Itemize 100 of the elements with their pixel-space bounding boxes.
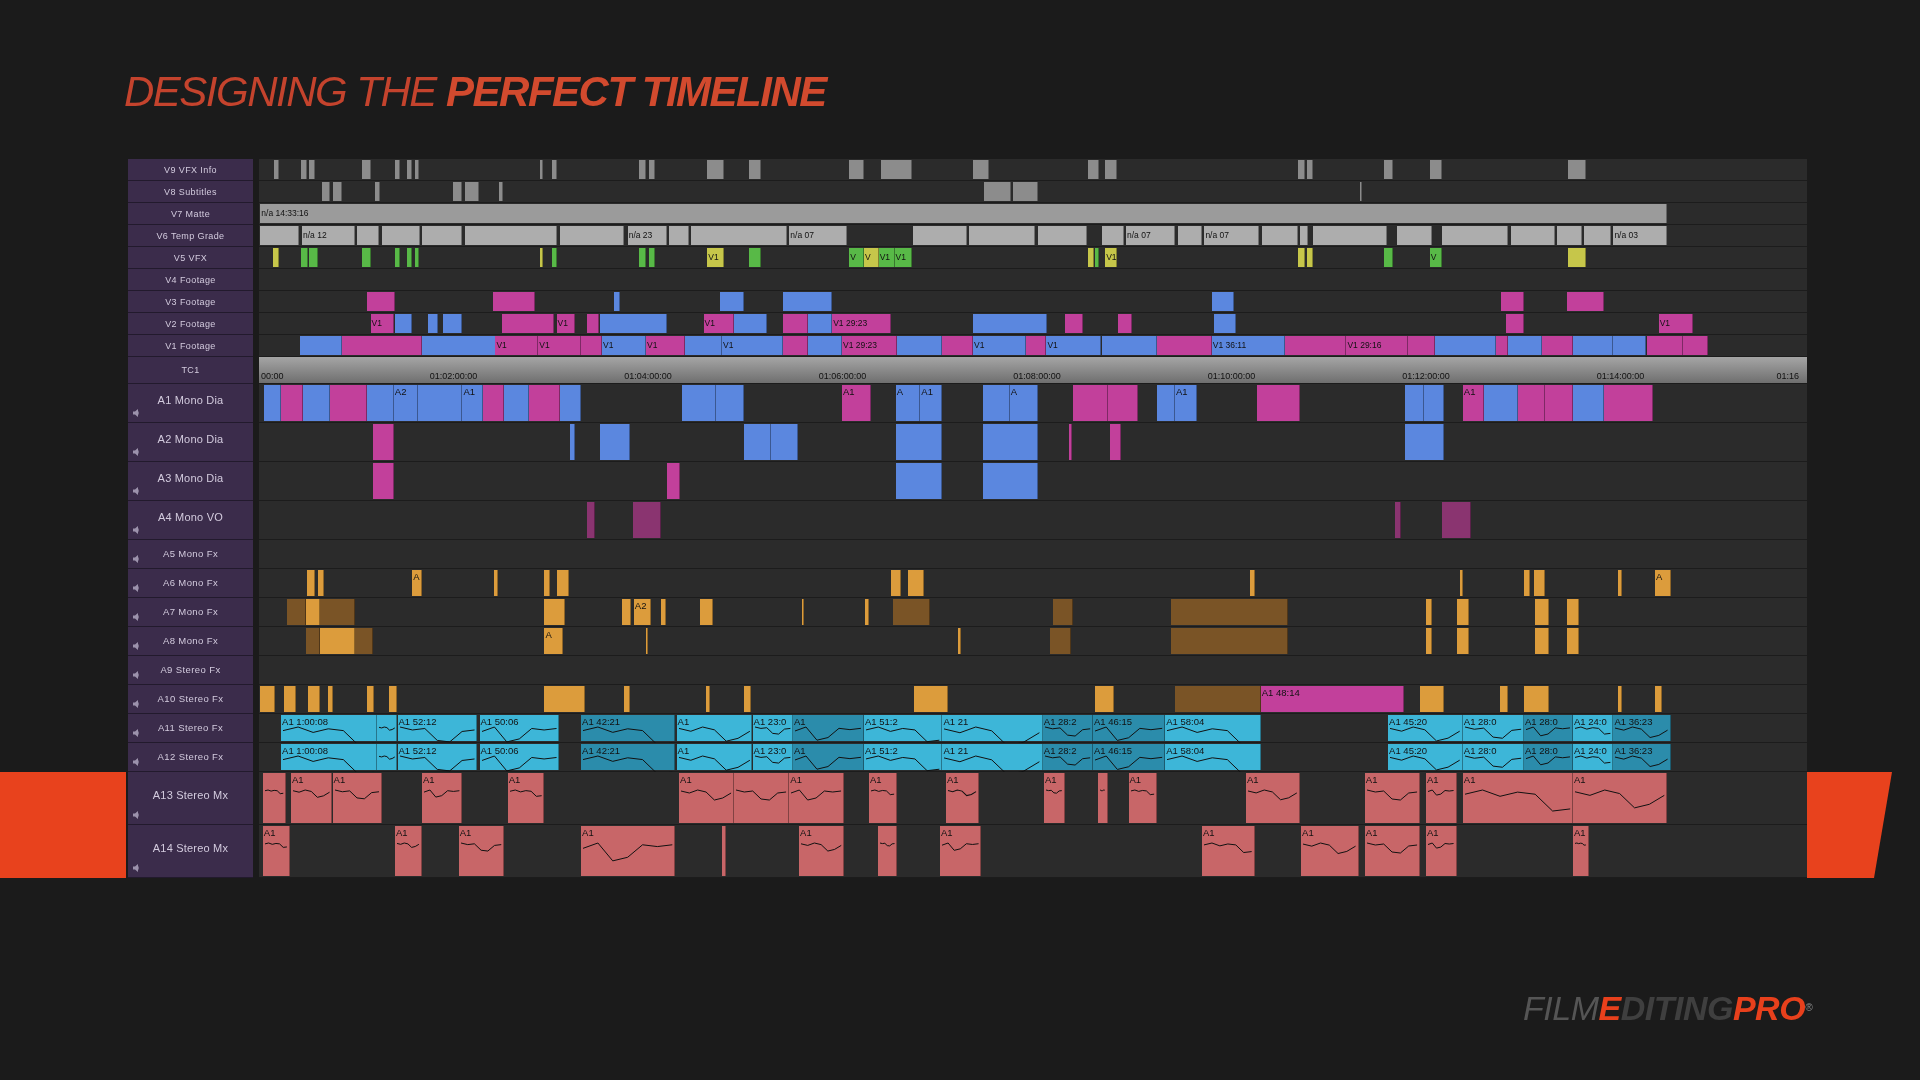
- timeline-clip[interactable]: [570, 424, 575, 460]
- timeline-clip[interactable]: [273, 160, 279, 179]
- timeline-clip[interactable]: [865, 599, 869, 625]
- timeline-clip[interactable]: [1533, 570, 1545, 596]
- timeline-clip[interactable]: [807, 336, 842, 355]
- timeline-clip[interactable]: A2: [393, 385, 419, 421]
- timeline-clip[interactable]: [1257, 385, 1300, 421]
- timeline-clip[interactable]: [734, 773, 790, 823]
- timeline-clip[interactable]: A1: [789, 773, 845, 823]
- timeline-clip[interactable]: [357, 226, 380, 245]
- timeline-clip[interactable]: [581, 336, 602, 355]
- timeline-clip[interactable]: [748, 160, 762, 179]
- timeline-clip[interactable]: [362, 248, 371, 267]
- timeline-clip[interactable]: V1: [556, 314, 575, 333]
- timeline-clip[interactable]: [1535, 628, 1549, 654]
- timeline-clip[interactable]: [539, 160, 544, 179]
- timeline-clip[interactable]: [303, 385, 331, 421]
- timeline-clip[interactable]: A1 1:00:08: [281, 715, 377, 741]
- timeline-clip[interactable]: [1088, 248, 1095, 267]
- timeline-clip[interactable]: [984, 182, 1011, 201]
- timeline-clip[interactable]: [309, 160, 316, 179]
- timeline-clip[interactable]: V: [849, 248, 864, 267]
- timeline-clip[interactable]: A1 45:20: [1388, 715, 1463, 741]
- timeline-clip[interactable]: [681, 385, 716, 421]
- timeline-clip[interactable]: A: [412, 570, 422, 596]
- timeline-clip[interactable]: [395, 160, 400, 179]
- timeline-clip[interactable]: [1573, 385, 1604, 421]
- timeline-clip[interactable]: [1613, 336, 1647, 355]
- timeline-clip[interactable]: [1460, 570, 1463, 596]
- timeline-clip[interactable]: [1097, 773, 1108, 823]
- timeline-clip[interactable]: A1 28:2: [1042, 744, 1093, 770]
- timeline-clip[interactable]: A1 23:0: [752, 744, 793, 770]
- timeline-clip[interactable]: [1117, 314, 1133, 333]
- timeline-clip[interactable]: [1025, 336, 1047, 355]
- timeline-clip[interactable]: A1 42:21: [581, 715, 676, 741]
- timeline-clip[interactable]: [982, 424, 1038, 460]
- timeline-clip[interactable]: V1 29:16: [1346, 336, 1408, 355]
- timeline-clip[interactable]: [283, 686, 296, 712]
- timeline-clip[interactable]: [539, 248, 544, 267]
- timeline-clip[interactable]: V1: [1046, 336, 1102, 355]
- timeline-clip[interactable]: V1: [602, 336, 647, 355]
- timeline-clip[interactable]: [1013, 182, 1038, 201]
- timeline-clip[interactable]: [1510, 226, 1555, 245]
- timeline-clip[interactable]: V1: [1658, 314, 1693, 333]
- timeline-clip[interactable]: [770, 424, 798, 460]
- timeline-clip[interactable]: [1434, 336, 1496, 355]
- timeline-clip[interactable]: [1211, 292, 1234, 311]
- timeline-clip[interactable]: V1: [973, 336, 1026, 355]
- timeline-clip[interactable]: V: [864, 248, 879, 267]
- timeline-clip[interactable]: A1: [920, 385, 943, 421]
- timeline-clip[interactable]: [1426, 628, 1433, 654]
- timeline-clip[interactable]: A1: [458, 826, 504, 876]
- timeline-clip[interactable]: A1: [793, 715, 864, 741]
- timeline-clip[interactable]: [849, 160, 864, 179]
- timeline-clip[interactable]: [1566, 599, 1580, 625]
- timeline-clip[interactable]: [381, 226, 420, 245]
- timeline-clip[interactable]: [1584, 226, 1611, 245]
- timeline-clip[interactable]: [1177, 226, 1202, 245]
- timeline-clip[interactable]: [624, 686, 631, 712]
- timeline-clip[interactable]: [1359, 182, 1363, 201]
- speaker-icon[interactable]: [133, 729, 139, 737]
- timeline-clip[interactable]: [1568, 160, 1587, 179]
- timeline-clip[interactable]: [621, 599, 632, 625]
- timeline-clip[interactable]: [528, 385, 561, 421]
- timeline-clip[interactable]: [305, 628, 321, 654]
- timeline-clip[interactable]: [699, 599, 714, 625]
- timeline-clip[interactable]: A1: [1128, 773, 1157, 823]
- timeline-clip[interactable]: A1 52:12: [397, 744, 478, 770]
- timeline-clip[interactable]: [1524, 686, 1549, 712]
- speaker-icon[interactable]: [133, 864, 139, 872]
- timeline-clip[interactable]: [395, 314, 413, 333]
- timeline-clip[interactable]: V1 36:11: [1211, 336, 1286, 355]
- speaker-icon[interactable]: [133, 642, 139, 650]
- timeline-clip[interactable]: A: [544, 628, 563, 654]
- timeline-clip[interactable]: A1: [679, 773, 735, 823]
- timeline-clip[interactable]: [801, 599, 804, 625]
- timeline-clip[interactable]: [1535, 599, 1549, 625]
- timeline-clip[interactable]: [260, 686, 275, 712]
- timeline-clip[interactable]: [309, 248, 318, 267]
- timeline-clip[interactable]: [982, 463, 1038, 499]
- timeline-clip[interactable]: A1 46:15: [1093, 744, 1166, 770]
- timeline-clip[interactable]: [1037, 226, 1087, 245]
- timeline-clip[interactable]: [1618, 686, 1622, 712]
- timeline-clip[interactable]: n/a 07: [1204, 226, 1260, 245]
- timeline-clip[interactable]: [895, 463, 943, 499]
- timeline-clip[interactable]: [262, 773, 287, 823]
- timeline-clip[interactable]: [1456, 628, 1469, 654]
- timeline-clip[interactable]: [614, 292, 621, 311]
- speaker-icon[interactable]: [133, 758, 139, 766]
- timeline-clip[interactable]: [1262, 226, 1298, 245]
- timeline-clip[interactable]: V1 29:23: [842, 336, 898, 355]
- timeline-clip[interactable]: [982, 385, 1010, 421]
- timeline-clip[interactable]: [1395, 502, 1402, 538]
- timeline-clip[interactable]: V1: [646, 336, 686, 355]
- timeline-clip[interactable]: V1 29:23: [832, 314, 891, 333]
- timeline-clip[interactable]: A1 24:0: [1573, 715, 1614, 741]
- timeline-clip[interactable]: [638, 248, 646, 267]
- speaker-icon[interactable]: [133, 555, 139, 563]
- timeline-clip[interactable]: [556, 570, 569, 596]
- timeline-clip[interactable]: [483, 385, 504, 421]
